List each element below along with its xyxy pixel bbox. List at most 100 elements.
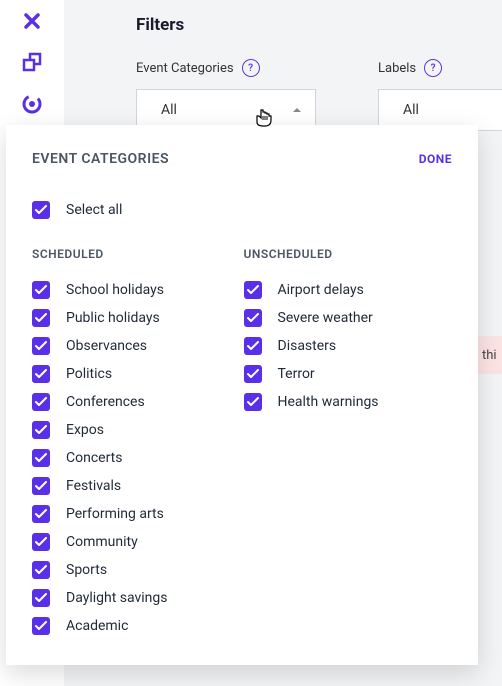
caret-up-icon	[293, 108, 301, 112]
category-item[interactable]: Observances	[32, 337, 168, 355]
dropdown-value: All	[403, 102, 419, 118]
filter-row: Event Categories ? All Labels ? All	[136, 59, 502, 131]
checkmark-icon	[35, 509, 47, 519]
sidebar-item-layers[interactable]	[12, 43, 52, 83]
category-item[interactable]: Daylight savings	[32, 589, 168, 607]
checkmark-icon	[35, 205, 47, 215]
category-checkbox[interactable]	[32, 309, 50, 327]
category-checkbox[interactable]	[32, 533, 50, 551]
select-all-label: Select all	[66, 202, 122, 218]
checkmark-icon	[35, 481, 47, 491]
category-item[interactable]: Festivals	[32, 477, 168, 495]
category-label: Daylight savings	[66, 590, 168, 606]
category-checkbox[interactable]	[32, 589, 50, 607]
checkmark-icon	[35, 341, 47, 351]
category-item[interactable]: Community	[32, 533, 168, 551]
category-label: Expos	[66, 422, 104, 438]
obscured-panel: thi	[478, 336, 502, 374]
checkmark-icon	[35, 425, 47, 435]
unscheduled-column: UNSCHEDULED Airport delays Severe weather…	[244, 247, 379, 635]
category-item[interactable]: Public holidays	[32, 309, 168, 327]
checkmark-icon	[35, 285, 47, 295]
select-all-row[interactable]: Select all	[32, 201, 452, 219]
filters-title: Filters	[136, 15, 502, 35]
close-icon	[22, 11, 42, 31]
checkmark-icon	[35, 453, 47, 463]
checkmark-icon	[35, 537, 47, 547]
category-label: Terror	[278, 366, 315, 382]
category-checkbox[interactable]	[32, 337, 50, 355]
category-label: Politics	[66, 366, 112, 382]
category-checkbox[interactable]	[32, 393, 50, 411]
category-label: Conferences	[66, 394, 145, 410]
category-item[interactable]: Terror	[244, 365, 379, 383]
category-label: School holidays	[66, 282, 164, 298]
category-checkbox[interactable]	[244, 281, 262, 299]
checkmark-icon	[247, 285, 259, 295]
checkmark-icon	[247, 313, 259, 323]
category-item[interactable]: School holidays	[32, 281, 168, 299]
category-checkbox[interactable]	[32, 617, 50, 635]
category-checkbox[interactable]	[32, 365, 50, 383]
category-checkbox[interactable]	[32, 477, 50, 495]
category-checkbox[interactable]	[244, 337, 262, 355]
help-icon[interactable]: ?	[424, 59, 442, 77]
scheduled-column: SCHEDULED School holidays Public holidays…	[32, 247, 168, 635]
obscured-text: thi	[482, 348, 497, 363]
popover-title: EVENT CATEGORIES	[32, 151, 169, 167]
filter-label-text: Labels	[378, 61, 416, 76]
category-item[interactable]: Expos	[32, 421, 168, 439]
checkmark-icon	[35, 621, 47, 631]
checkmark-icon	[35, 593, 47, 603]
help-icon[interactable]: ?	[242, 59, 260, 77]
category-label: Community	[66, 534, 138, 550]
sidebar-item-target[interactable]	[12, 84, 52, 124]
category-checkbox[interactable]	[32, 421, 50, 439]
category-checkbox[interactable]	[244, 365, 262, 383]
checkmark-icon	[35, 369, 47, 379]
category-label: Academic	[66, 618, 128, 634]
sidebar-item-close[interactable]	[12, 1, 52, 41]
category-checkbox[interactable]	[32, 281, 50, 299]
category-item[interactable]: Conferences	[32, 393, 168, 411]
scheduled-list: School holidays Public holidays Observance…	[32, 281, 168, 635]
checkmark-icon	[247, 369, 259, 379]
category-item[interactable]: Concerts	[32, 449, 168, 467]
category-label: Observances	[66, 338, 147, 354]
category-checkbox[interactable]	[244, 309, 262, 327]
category-checkbox[interactable]	[32, 449, 50, 467]
category-item[interactable]: Health warnings	[244, 393, 379, 411]
category-label: Sports	[66, 562, 107, 578]
category-item[interactable]: Airport delays	[244, 281, 379, 299]
select-all-checkbox[interactable]	[32, 201, 50, 219]
category-item[interactable]: Politics	[32, 365, 168, 383]
target-icon	[21, 93, 43, 115]
category-label: Airport delays	[278, 282, 364, 298]
filter-label-labels: Labels ?	[378, 59, 502, 77]
unscheduled-list: Airport delays Severe weather Disasters Ter…	[244, 281, 379, 411]
left-sidebar	[0, 0, 64, 125]
category-checkbox[interactable]	[244, 393, 262, 411]
category-item[interactable]: Severe weather	[244, 309, 379, 327]
category-item[interactable]: Academic	[32, 617, 168, 635]
category-item[interactable]: Sports	[32, 561, 168, 579]
filter-group-labels: Labels ? All	[378, 59, 502, 131]
category-columns: SCHEDULED School holidays Public holidays…	[32, 247, 452, 635]
category-checkbox[interactable]	[32, 505, 50, 523]
category-label: Severe weather	[278, 310, 373, 326]
checkmark-icon	[247, 341, 259, 351]
category-item[interactable]: Performing arts	[32, 505, 168, 523]
done-button[interactable]: DONE	[419, 152, 452, 166]
filter-label-text: Event Categories	[136, 61, 234, 76]
category-item[interactable]: Disasters	[244, 337, 379, 355]
category-label: Disasters	[278, 338, 337, 354]
unscheduled-heading: UNSCHEDULED	[244, 247, 379, 261]
checkmark-icon	[247, 397, 259, 407]
category-label: Performing arts	[66, 506, 164, 522]
category-label: Festivals	[66, 478, 121, 494]
filter-label-categories: Event Categories ?	[136, 59, 316, 77]
category-checkbox[interactable]	[32, 561, 50, 579]
layers-icon	[21, 52, 43, 74]
scheduled-heading: SCHEDULED	[32, 247, 168, 261]
filter-group-categories: Event Categories ? All	[136, 59, 316, 131]
